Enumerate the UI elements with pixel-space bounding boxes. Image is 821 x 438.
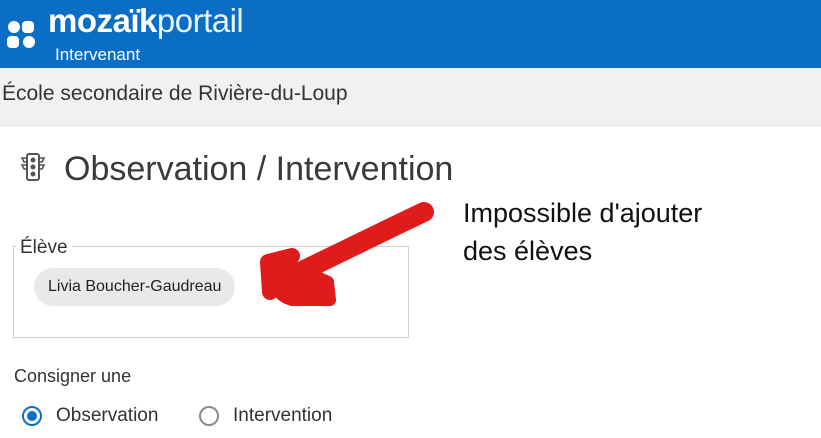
radio-intervention-label: Intervention — [233, 405, 333, 426]
eleve-legend: Élève — [16, 237, 72, 259]
student-chip[interactable]: Livia Boucher-Gaudreau — [34, 268, 236, 306]
radio-intervention[interactable]: Intervention — [199, 404, 332, 428]
brand-light: portail — [156, 2, 244, 39]
brand-name[interactable]: mozaïkportail — [48, 2, 244, 40]
user-role: Intervenant — [55, 45, 141, 64]
annotation-line-1: Impossible d'ajouter — [463, 198, 703, 228]
main-content: Observation / Intervention Élève Livia B… — [0, 126, 821, 438]
annotation-text: Impossible d'ajouter des élèves — [463, 194, 702, 270]
radio-observation[interactable]: Observation — [22, 404, 158, 428]
school-bar: École secondaire de Rivière-du-Loup — [0, 68, 821, 126]
consigner-label: Consigner une — [14, 366, 132, 386]
radio-observation-label: Observation — [56, 405, 159, 426]
school-name[interactable]: École secondaire de Rivière-du-Loup — [2, 82, 348, 106]
annotation-line-2: des élèves — [463, 236, 593, 266]
brand-bold: mozaïk — [48, 2, 157, 39]
radio-observation-circle[interactable] — [22, 406, 42, 426]
traffic-light-icon — [20, 153, 46, 181]
mozaik-logo-icon[interactable] — [4, 18, 38, 52]
top-bar: mozaïkportail Intervenant — [0, 0, 821, 68]
radio-intervention-circle[interactable] — [199, 406, 219, 426]
page-title: Observation / Intervention — [64, 150, 454, 188]
